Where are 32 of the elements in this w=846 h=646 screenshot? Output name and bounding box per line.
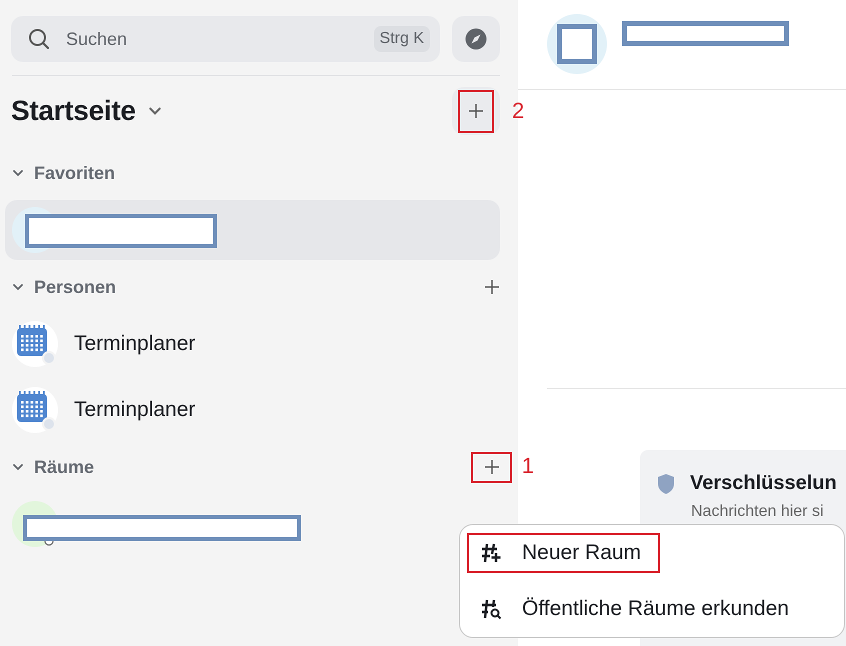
shortcut-hint: Strg K — [374, 26, 430, 52]
room-item[interactable] — [5, 200, 500, 260]
hash-plus-icon — [480, 542, 502, 564]
menu-item[interactable]: Neuer Raum — [468, 534, 660, 572]
shield-icon — [656, 472, 676, 495]
annotation-number: 1 — [522, 453, 534, 479]
redaction-box — [557, 24, 597, 64]
compass-icon — [465, 28, 487, 50]
notice-text: Nachrichten hier si — [691, 503, 824, 522]
add-button[interactable] — [458, 90, 494, 132]
hash-search-icon — [480, 598, 502, 620]
calendar-avatar — [11, 320, 59, 368]
room-item[interactable]: Terminplaner — [5, 314, 500, 374]
section-title[interactable]: Personen — [34, 276, 116, 298]
plus-icon — [484, 279, 500, 295]
menu-item[interactable]: Öffentliche Räume erkunden — [468, 590, 801, 628]
search-bar[interactable]: Suchen Strg K — [11, 16, 440, 62]
notice-title: Verschlüsselun — [690, 472, 837, 496]
room-name: Terminplaner — [74, 332, 196, 356]
room-item[interactable]: Terminplaner — [5, 380, 500, 440]
calendar-avatar — [11, 386, 59, 434]
plus-icon — [468, 103, 484, 119]
room-name: Terminplaner — [74, 398, 196, 422]
add-button[interactable] — [471, 452, 512, 482]
search-field[interactable]: Suchen — [64, 28, 360, 50]
section-title[interactable]: Favoriten — [34, 162, 116, 184]
plus-icon — [484, 459, 500, 475]
annotation-number: 2 — [512, 98, 524, 124]
search-icon — [28, 28, 50, 50]
section-title[interactable]: Räume — [34, 456, 94, 478]
home-title: Startseite — [11, 95, 136, 127]
explore-button[interactable] — [452, 16, 500, 62]
